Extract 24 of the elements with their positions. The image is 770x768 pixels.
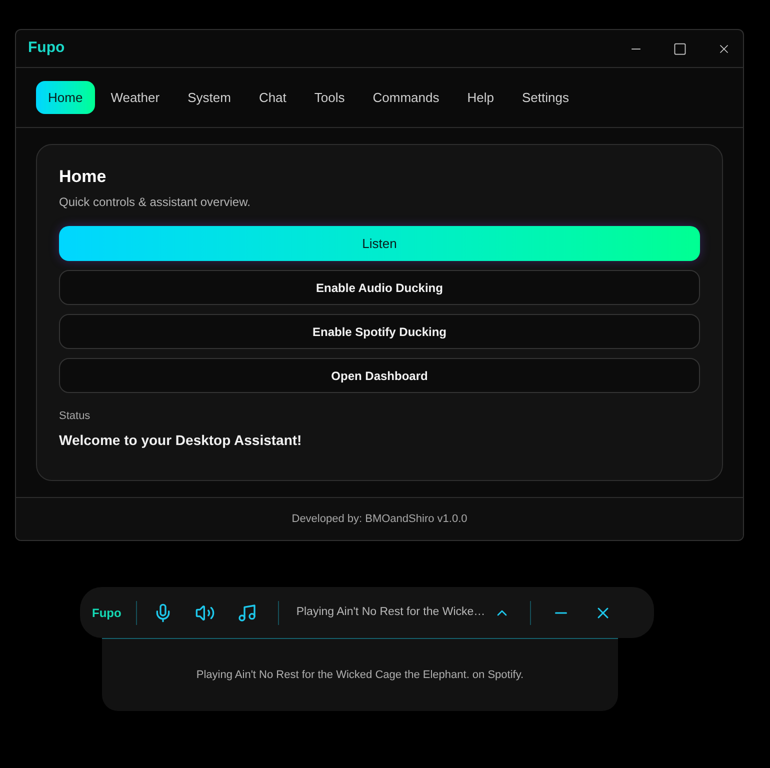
nav-tab[interactable]: Tools xyxy=(302,81,357,114)
nav-tab[interactable]: Commands xyxy=(360,81,452,114)
speaker-icon[interactable] xyxy=(195,602,216,622)
panel-text: Playing Ain't No Rest for the Wicked Cage the Elephant. on Spotify. xyxy=(196,668,524,683)
nav-tab[interactable]: Settings xyxy=(510,81,581,114)
now-playing-text: Playing Ain't No Rest for the Wicke… xyxy=(296,604,486,620)
nav-tab[interactable]: Help xyxy=(455,81,506,114)
nav-tab[interactable]: Weather xyxy=(98,81,172,114)
listen-button[interactable]: Listen xyxy=(59,226,700,261)
footer-text: Developed by: BMOandShiro v1.0.0 xyxy=(292,512,468,527)
nav-tab[interactable]: Home xyxy=(36,81,95,114)
nav-tab[interactable]: Chat xyxy=(246,81,298,114)
status-label: Status xyxy=(59,409,92,423)
nav-tab[interactable]: System xyxy=(176,81,243,114)
action-button[interactable]: Enable Audio Ducking xyxy=(59,270,700,305)
maximize-icon[interactable] xyxy=(673,42,687,56)
music-note-icon[interactable] xyxy=(237,602,258,622)
action-button[interactable]: Open Dashboard xyxy=(59,358,700,393)
action-button[interactable]: Enable Spotify Ducking xyxy=(59,314,700,349)
window-title: Fupo xyxy=(28,38,65,58)
card-subtitle: Quick controls & assistant overview. xyxy=(59,195,252,209)
status-text: Welcome to your Desktop Assistant! xyxy=(59,431,303,449)
card-title: Home xyxy=(59,167,108,187)
mini-title: Fupo xyxy=(92,604,122,622)
